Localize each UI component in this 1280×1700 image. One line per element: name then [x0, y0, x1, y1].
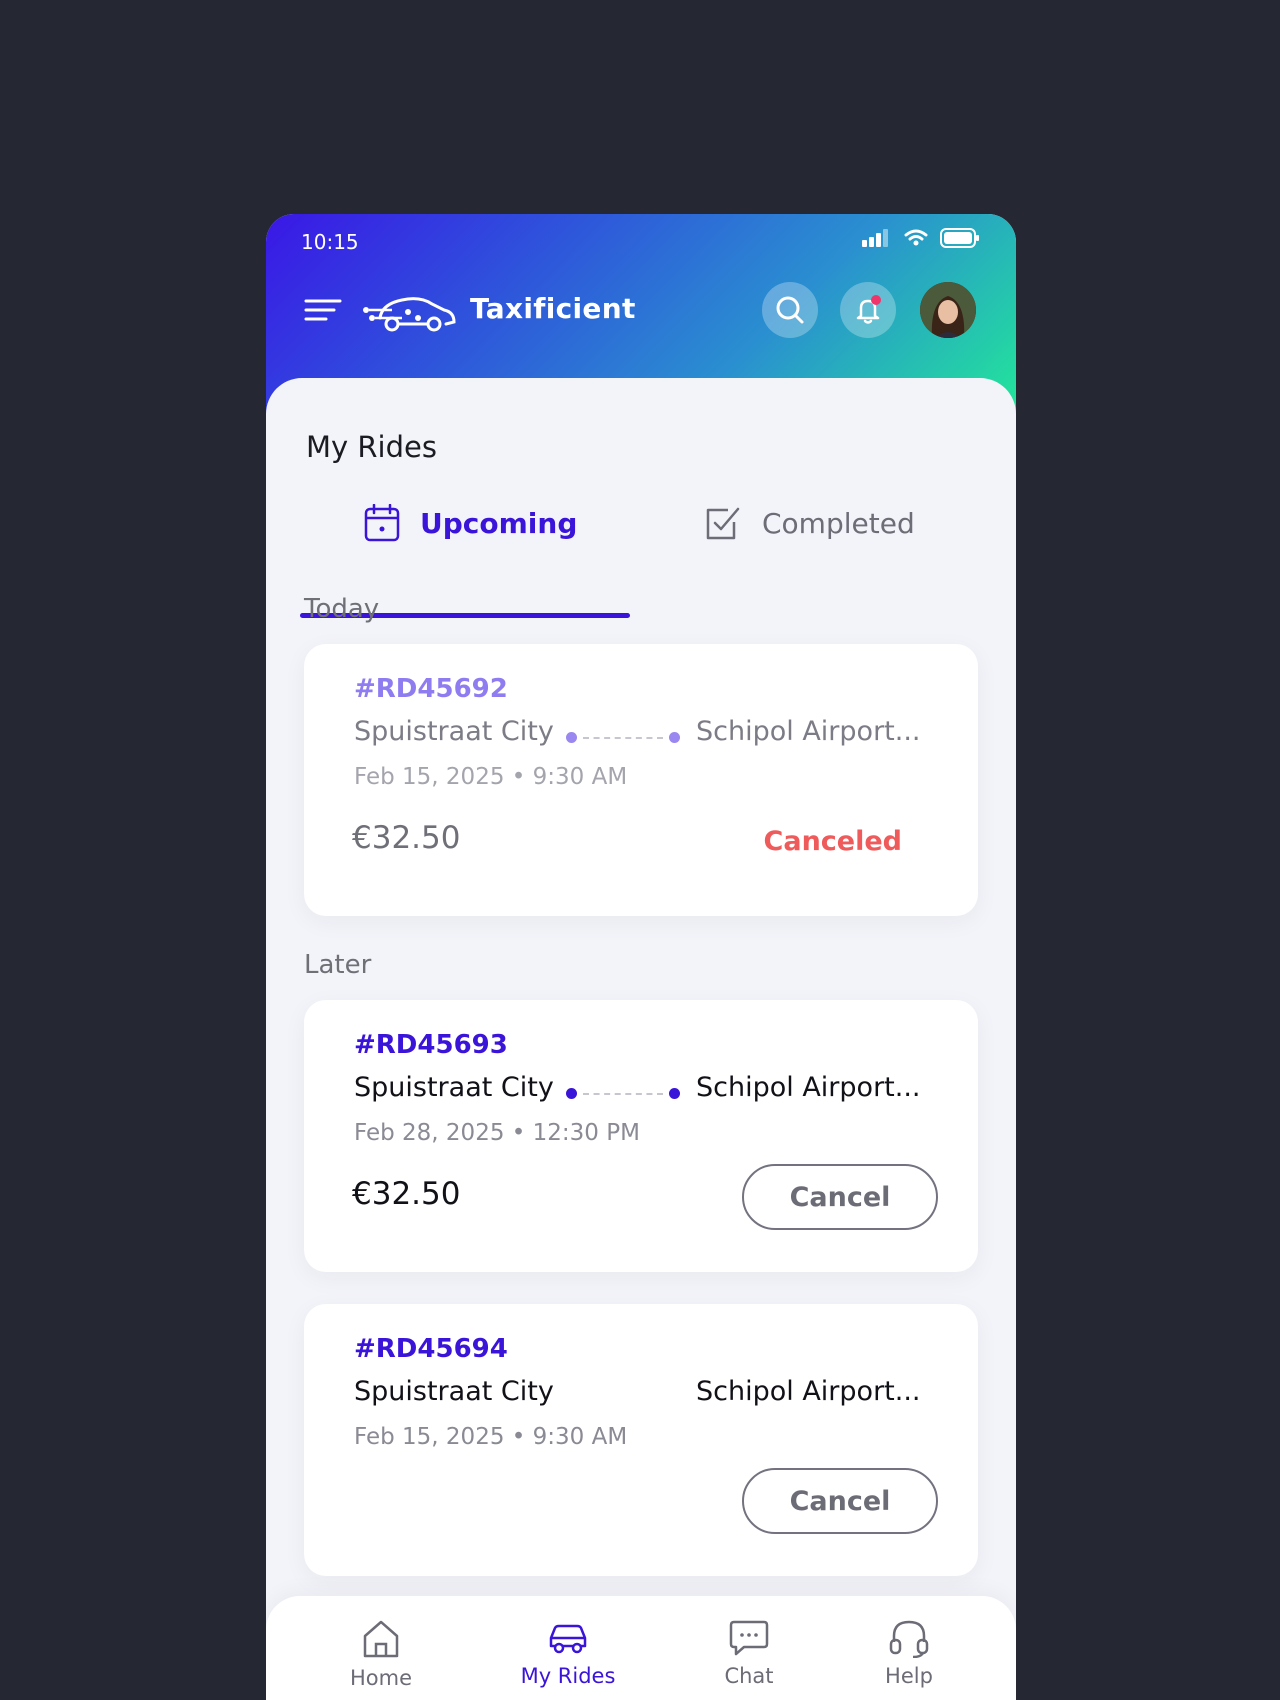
- page-title: My Rides: [306, 430, 437, 464]
- pickup-location: Spuistraat City: [354, 1376, 554, 1407]
- dropoff-location: Schipol Airport...: [696, 1072, 921, 1103]
- status-canceled: Canceled: [763, 826, 902, 857]
- nav-help-label: Help: [885, 1664, 933, 1688]
- ride-card[interactable]: #RD45694 Spuistraat City Schipol Airport…: [304, 1304, 978, 1576]
- car-icon: [549, 1624, 587, 1654]
- tab-completed[interactable]: Completed: [704, 504, 915, 542]
- pickup-dot: [566, 1088, 577, 1099]
- battery-icon: [940, 228, 979, 248]
- route-line: [566, 732, 680, 743]
- signal-icon: [862, 229, 888, 247]
- ride-datetime: Feb 15, 2025 • 9:30 AM: [354, 764, 628, 790]
- ride-id: #RD45693: [354, 1030, 508, 1060]
- pickup-dot: [566, 732, 577, 743]
- tab-upcoming[interactable]: Upcoming: [364, 504, 577, 542]
- search-icon: [776, 296, 804, 324]
- ride-price: €32.50: [352, 1176, 461, 1212]
- bell-icon: [856, 295, 881, 324]
- pickup-location: Spuistraat City: [354, 716, 554, 747]
- checkbox-icon: [706, 507, 740, 540]
- ride-datetime: Feb 15, 2025 • 9:30 AM: [354, 1424, 628, 1450]
- chat-icon: [729, 1620, 769, 1656]
- tab-completed-label: Completed: [762, 506, 915, 540]
- nav-home-label: Home: [349, 1666, 412, 1690]
- search-button[interactable]: [762, 282, 818, 338]
- user-avatar[interactable]: [920, 282, 976, 338]
- home-icon: [363, 1620, 399, 1658]
- status-time: 10:15: [301, 230, 359, 254]
- nav-home[interactable]: Home: [321, 1618, 441, 1690]
- brand-name: Taxificient: [470, 292, 636, 325]
- status-icons: [862, 228, 980, 248]
- cancel-ride-button[interactable]: Cancel: [742, 1164, 938, 1230]
- dropoff-location: Schipol Airport...: [696, 1376, 921, 1407]
- cancel-ride-button[interactable]: Cancel: [742, 1468, 938, 1534]
- ride-price: €32.50: [352, 820, 461, 856]
- nav-help[interactable]: Help: [849, 1618, 969, 1688]
- phone-screen: 10:15 Taxificient My Rides Upcoming Comp…: [266, 214, 1016, 1700]
- nav-chat-label: Chat: [724, 1664, 774, 1688]
- notifications-button[interactable]: [840, 282, 896, 338]
- nav-my-rides-label: My Rides: [520, 1664, 616, 1688]
- calendar-icon: [364, 504, 400, 542]
- nav-chat[interactable]: Chat: [689, 1618, 809, 1688]
- avatar-image: [920, 282, 976, 338]
- pickup-location: Spuistraat City: [354, 1072, 554, 1103]
- ride-card[interactable]: #RD45692 Spuistraat City Schipol Airport…: [304, 644, 978, 916]
- ride-id: #RD45694: [354, 1334, 508, 1364]
- tab-upcoming-label: Upcoming: [420, 506, 578, 540]
- route-line: [566, 1088, 680, 1099]
- menu-icon[interactable]: [304, 298, 342, 322]
- ride-id: #RD45692: [354, 674, 508, 704]
- ride-datetime: Feb 28, 2025 • 12:30 PM: [354, 1120, 640, 1146]
- section-later: Later: [304, 950, 372, 980]
- wifi-icon: [904, 229, 928, 246]
- taxi-logo-icon: [363, 297, 456, 332]
- dropoff-dot: [669, 732, 680, 743]
- ride-card[interactable]: #RD45693 Spuistraat City Schipol Airport…: [304, 1000, 978, 1272]
- bottom-nav: Home My Rides Chat Help: [266, 1596, 1016, 1700]
- section-today: Today: [304, 594, 380, 624]
- dropoff-dot: [669, 1088, 680, 1099]
- nav-my-rides[interactable]: My Rides: [508, 1618, 628, 1688]
- headset-icon: [889, 1620, 929, 1658]
- dropoff-location: Schipol Airport...: [696, 716, 921, 747]
